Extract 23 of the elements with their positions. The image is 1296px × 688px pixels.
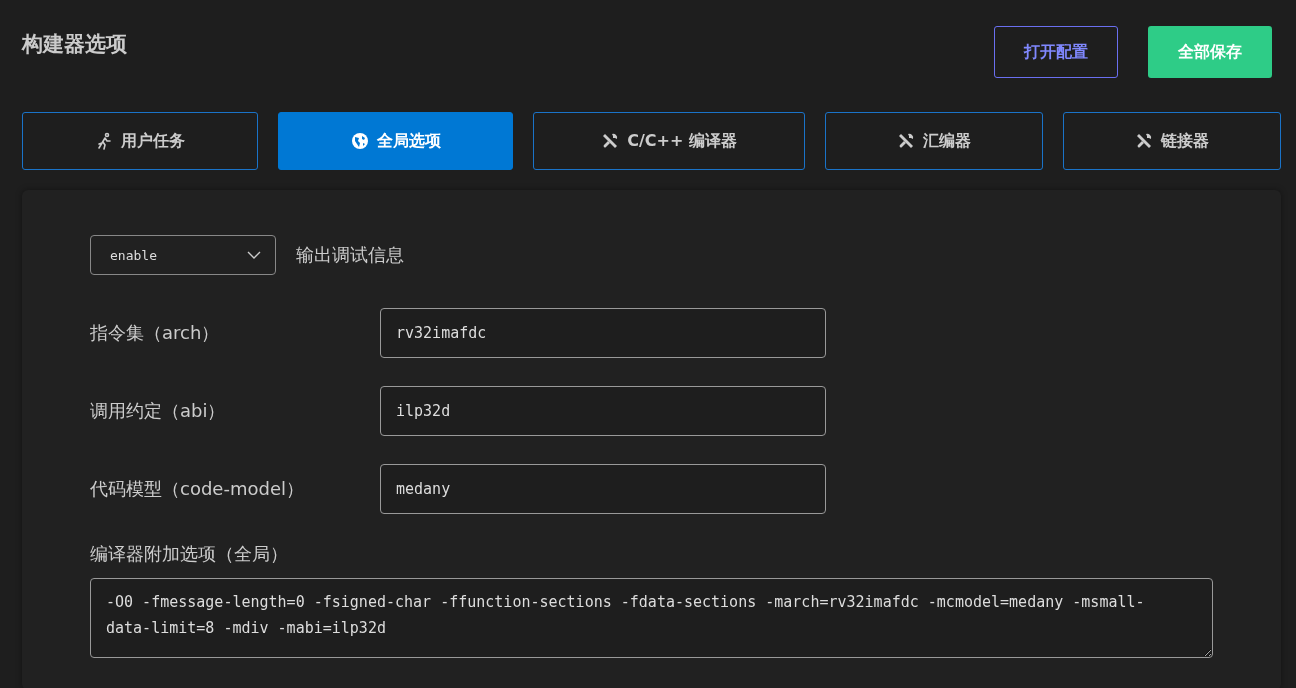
page-title: 构建器选项 [22, 31, 127, 58]
open-config-button[interactable]: 打开配置 [994, 26, 1118, 78]
debug-select[interactable]: enable [90, 235, 276, 275]
field-label: 指令集（arch） [90, 321, 221, 345]
tab[interactable]: C/C++ 编译器 [533, 112, 805, 170]
field-label: 调用约定（abi） [90, 399, 227, 423]
field-label: 编译器附加选项（全局） [90, 542, 289, 566]
tab[interactable]: 链接器 [1063, 112, 1281, 170]
input-field[interactable]: ilp32d [380, 386, 826, 436]
tools-icon [1135, 132, 1153, 150]
globe-icon [350, 132, 369, 150]
input-field[interactable]: rv32imafdc [380, 308, 826, 358]
chevron-down-icon [247, 251, 261, 259]
input-field[interactable]: medany [380, 464, 826, 514]
tools-icon [601, 132, 620, 150]
tools-icon [897, 132, 915, 150]
options-textarea[interactable]: -O0 -fmessage-length=0 -fsigned-char -ffunction-sections -fdata-sections -march=rv32imafdc -mcmodel=medany -msmall-data-limit=8 -mdiv -mabi=ilp32d [90, 578, 1213, 658]
field-label: 代码模型（code-model） [90, 477, 305, 501]
tab[interactable]: 汇编器 [825, 112, 1043, 170]
tab[interactable]: 全局选项 [278, 112, 513, 170]
field-label: 输出调试信息 [296, 243, 404, 267]
running-figure-icon [95, 132, 113, 150]
tab[interactable]: 用户任务 [22, 112, 258, 170]
